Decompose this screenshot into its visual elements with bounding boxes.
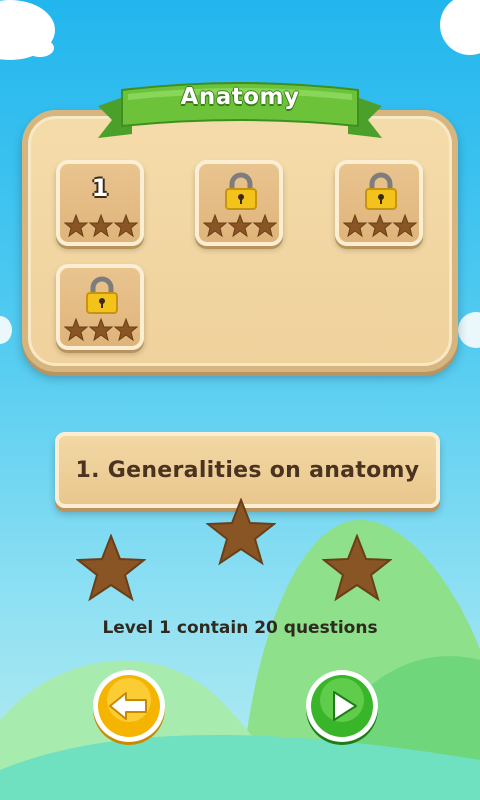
star-icon bbox=[206, 498, 276, 566]
star-icon bbox=[88, 318, 114, 342]
star-icon bbox=[252, 214, 277, 238]
category-title: Anatomy bbox=[180, 84, 300, 110]
tile-stars bbox=[343, 214, 417, 238]
padlock-icon bbox=[86, 276, 118, 314]
star-icon bbox=[203, 214, 228, 238]
star-icon bbox=[113, 214, 138, 238]
padlock-icon bbox=[365, 172, 397, 210]
star-icon bbox=[322, 534, 392, 602]
star-icon bbox=[64, 318, 89, 342]
tile-stars bbox=[64, 214, 138, 238]
level-info-text: Level 1 contain 20 questions bbox=[102, 618, 378, 638]
tile-stars bbox=[64, 318, 138, 342]
star-icon bbox=[88, 214, 114, 238]
padlock-icon bbox=[225, 172, 257, 210]
level-title-banner: 1. Generalities on anatomy bbox=[55, 432, 440, 508]
back-button[interactable] bbox=[90, 668, 168, 746]
level-title: 1. Generalities on anatomy bbox=[75, 458, 420, 483]
level-number: 1 bbox=[91, 174, 109, 202]
tile-stars bbox=[203, 214, 277, 238]
star-icon bbox=[343, 214, 368, 238]
level-tile-3[interactable] bbox=[335, 160, 423, 246]
star-icon bbox=[367, 214, 393, 238]
level-tile-1[interactable]: 1 bbox=[56, 160, 144, 246]
star-icon bbox=[392, 214, 417, 238]
level-tile-2[interactable] bbox=[195, 160, 283, 246]
level-tile-4[interactable] bbox=[56, 264, 144, 350]
play-button[interactable] bbox=[303, 668, 381, 746]
star-icon bbox=[76, 534, 146, 602]
cloud bbox=[440, 0, 480, 55]
star-icon bbox=[227, 214, 253, 238]
star-icon bbox=[64, 214, 89, 238]
cloud bbox=[0, 0, 55, 60]
star-icon bbox=[113, 318, 138, 342]
